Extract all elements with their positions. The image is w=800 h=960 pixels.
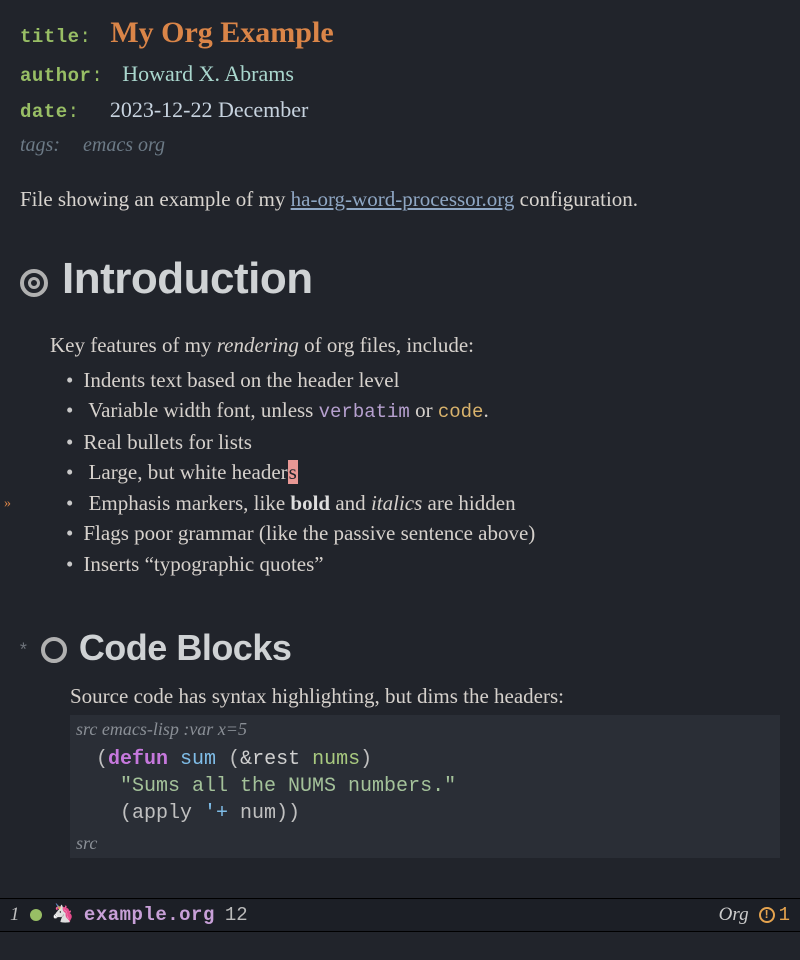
meta-date-line: date: 2023-12-22 December [20, 93, 780, 127]
src-block-body[interactable]: (defun sum (&rest nums) "Sums all the NU… [70, 744, 780, 829]
list-item: Large, but white headers [66, 457, 780, 487]
features-list: Indents text based on the header level V… [66, 365, 780, 579]
heading-bullet-icon [41, 637, 67, 663]
meta-author-line: author: Howard X. Abrams [20, 57, 780, 91]
meta-key-date: date [20, 101, 68, 123]
unicorn-icon: 🦄 [52, 902, 74, 929]
intro-text-prefix: File showing an example of my [20, 187, 291, 211]
features-intro: Key features of my rendering of org file… [50, 330, 780, 362]
src-block-footer: src [70, 829, 780, 858]
heading-code-blocks[interactable]: * Code Blocks [20, 621, 780, 675]
list-item: Indents text based on the header level [66, 365, 780, 395]
list-item: Inserts “typographic quotes” [66, 549, 780, 579]
doc-date: 2023-12-22 December [110, 97, 309, 122]
meta-title-line: title: My Org Example [20, 10, 780, 55]
src-block-header: src emacs-lisp :var x=5 [70, 715, 780, 744]
editor-buffer[interactable]: title: My Org Example author: Howard X. … [0, 0, 800, 890]
intro-text-suffix: configuration. [514, 187, 638, 211]
column-number: 12 [225, 901, 248, 930]
code-line: (defun sum (&rest nums) [96, 746, 774, 773]
buffer-name[interactable]: example.org [84, 901, 215, 930]
code-line: "Sums all the NUMS numbers." [96, 773, 774, 800]
config-link[interactable]: ha-org-word-processor.org [291, 187, 515, 211]
doc-title: My Org Example [110, 16, 333, 49]
list-item: » Emphasis markers, like bold and italic… [66, 488, 780, 518]
warning-icon: ! [759, 907, 775, 923]
meta-key-author: author [20, 65, 91, 87]
flycheck-warning[interactable]: ! 1 [759, 901, 790, 930]
verbatim-text: verbatim [319, 401, 410, 423]
heading-text: Code Blocks [79, 621, 292, 675]
code-text: code [438, 401, 484, 423]
modeline[interactable]: 1 🦄 example.org 12 Org ! 1 [0, 898, 800, 932]
fringe-arrow-icon: » [4, 494, 11, 514]
list-item: Real bullets for lists [66, 427, 780, 457]
warning-count: 1 [779, 901, 790, 930]
modified-indicator-icon [30, 909, 42, 921]
heading-bullet-icon [20, 269, 48, 297]
minibuffer[interactable] [0, 932, 800, 960]
doc-tags: emacs org [83, 134, 165, 156]
intro-paragraph: File showing an example of my ha-org-wor… [20, 184, 780, 216]
text-cursor: s [288, 460, 298, 484]
outline-star-icon: * [18, 639, 29, 666]
meta-key-title: title [20, 26, 80, 48]
meta-tags-line: tags: emacs org [20, 130, 780, 160]
doc-author: Howard X. Abrams [122, 61, 294, 86]
list-item: Variable width font, unless verbatim or … [66, 395, 780, 427]
window-number: 1 [10, 901, 20, 930]
heading-introduction[interactable]: Introduction [20, 246, 780, 312]
list-item: Flags poor grammar (like the passive sen… [66, 518, 780, 548]
code-line: (apply '+ num)) [96, 800, 774, 827]
heading-text: Introduction [62, 246, 313, 312]
meta-key-tags: tags: [20, 134, 60, 156]
major-mode[interactable]: Org [719, 901, 749, 930]
code-intro-text: Source code has syntax highlighting, but… [70, 681, 780, 713]
